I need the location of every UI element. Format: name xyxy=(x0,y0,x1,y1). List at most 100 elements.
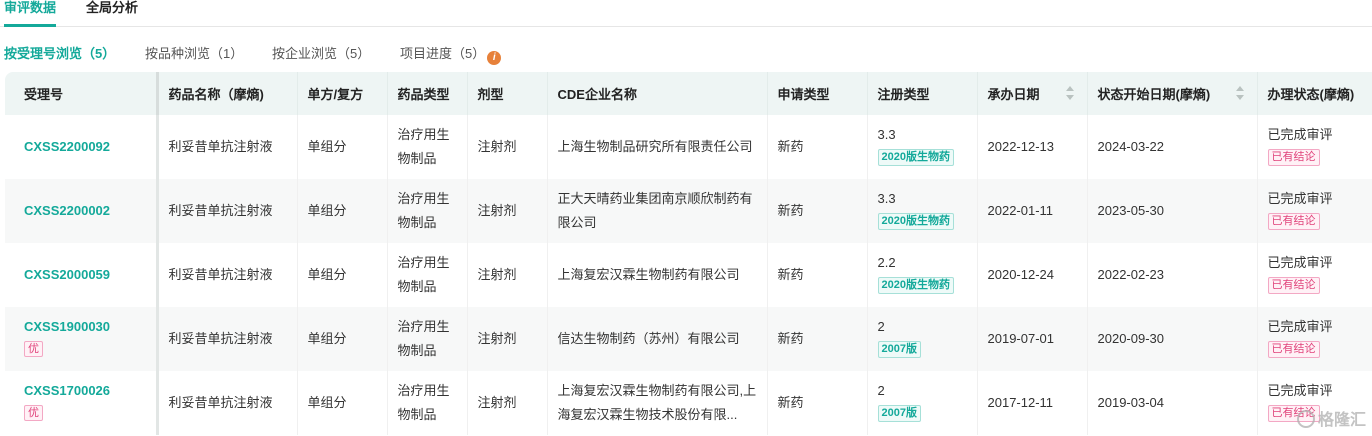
cell-compound: 单组分 xyxy=(297,307,388,371)
acceptance-no-link[interactable]: CXSS2000059 xyxy=(24,266,146,284)
cell-drug-type: 治疗用生物制品 xyxy=(387,243,468,307)
table-row[interactable]: CXSS2200092 利妥昔单抗注射液 单组分 治疗用生物制品 注射剂 上海生物制品研究… xyxy=(5,115,1372,179)
cell-processing-status: 已完成审评 已有结论 xyxy=(1257,179,1372,243)
cell-acceptance-no: CXSS2200002 xyxy=(5,179,159,243)
registration-class: 3.3 xyxy=(877,191,896,206)
cell-undertaking-date: 2020-12-24 xyxy=(977,243,1088,307)
registration-class: 3.3 xyxy=(877,127,896,142)
cell-registration-type: 2.2 2020版生物药 xyxy=(867,243,978,307)
cell-processing-status: 已完成审评 已有结论 xyxy=(1257,243,1372,307)
cell-processing-status: 已完成审评 已有结论 xyxy=(1257,115,1372,179)
registration-class: 2 xyxy=(877,319,885,334)
cell-compound: 单组分 xyxy=(297,243,388,307)
cell-drug-name: 利妥昔单抗注射液 xyxy=(157,115,298,179)
cell-processing-status: 已完成审评 已有结论 xyxy=(1257,307,1372,371)
status-badge: 已有结论 xyxy=(1267,213,1320,230)
cell-cde-company: 上海复宏汉霖生物制药有限公司,上海复宏汉霖生物技术股份有限... xyxy=(547,371,768,435)
subtab-by-acceptance-number[interactable]: 按受理号浏览（5） xyxy=(4,45,115,63)
cell-acceptance-no: CXSS1700026 优 xyxy=(5,371,159,435)
cell-drug-type: 治疗用生物制品 xyxy=(387,179,468,243)
cell-dosage-form: 注射剂 xyxy=(467,243,548,307)
cell-drug-name: 利妥昔单抗注射液 xyxy=(157,307,298,371)
cell-cde-company: 正大天晴药业集团南京顺欣制药有限公司 xyxy=(547,179,768,243)
cell-undertaking-date: 2022-12-13 xyxy=(977,115,1088,179)
cell-application-type: 新药 xyxy=(767,115,868,179)
cell-application-type: 新药 xyxy=(767,307,868,371)
cell-status-start-date: 2022-02-23 xyxy=(1087,243,1258,307)
cell-undertaking-date: 2019-07-01 xyxy=(977,307,1088,371)
col-header-undertaking-date[interactable]: 承办日期 xyxy=(977,72,1088,115)
cell-undertaking-date: 2022-01-11 xyxy=(977,179,1088,243)
registration-version-badge: 2020版生物药 xyxy=(877,213,954,230)
cell-drug-name: 利妥昔单抗注射液 xyxy=(157,371,298,435)
top-tab-bar: 审评数据 全局分析 xyxy=(0,0,1372,27)
subtab-project-progress[interactable]: 项目进度（5） i xyxy=(400,45,502,65)
cell-status-start-date: 2023-05-30 xyxy=(1087,179,1258,243)
cell-dosage-form: 注射剂 xyxy=(467,307,548,371)
cell-compound: 单组分 xyxy=(297,179,388,243)
cell-drug-name: 利妥昔单抗注射液 xyxy=(157,179,298,243)
acceptance-no-link[interactable]: CXSS2200092 xyxy=(24,138,146,156)
table-header-row: 受理号 药品名称（摩熵) 单方/复方 药品类型 剂型 CDE企业名称 申请类型 … xyxy=(5,72,1372,115)
table-row[interactable]: CXSS2200002 利妥昔单抗注射液 单组分 治疗用生物制品 注射剂 正大天晴药业集团… xyxy=(5,179,1372,243)
col-header-drug-name: 药品名称（摩熵) xyxy=(157,72,298,115)
sort-icon[interactable] xyxy=(1065,86,1075,100)
status-text: 已完成审评 xyxy=(1267,127,1333,142)
gelonghui-logo-icon xyxy=(1296,410,1315,428)
cell-dosage-form: 注射剂 xyxy=(467,179,548,243)
col-header-status-start-date[interactable]: 状态开始日期(摩熵) xyxy=(1087,72,1258,115)
subtab-project-progress-label: 项目进度（5） xyxy=(400,46,486,61)
cell-drug-name: 利妥昔单抗注射液 xyxy=(157,243,298,307)
cell-acceptance-no: CXSS2200092 xyxy=(5,115,159,179)
cell-compound: 单组分 xyxy=(297,371,388,435)
table-row[interactable]: CXSS2000059 利妥昔单抗注射液 单组分 治疗用生物制品 注射剂 上海复宏汉霖生物… xyxy=(5,243,1372,307)
cell-registration-type: 3.3 2020版生物药 xyxy=(867,179,978,243)
cell-status-start-date: 2024-03-22 xyxy=(1087,115,1258,179)
acceptance-no-link[interactable]: CXSS2200002 xyxy=(24,202,146,220)
acceptance-no-link[interactable]: CXSS1700026 xyxy=(24,382,146,400)
cell-drug-type: 治疗用生物制品 xyxy=(387,115,468,179)
cell-registration-type: 2 2007版 xyxy=(867,371,978,435)
subtab-by-company[interactable]: 按企业浏览（5） xyxy=(272,45,370,63)
col-header-undertaking-date-label: 承办日期 xyxy=(987,87,1040,102)
status-badge: 已有结论 xyxy=(1267,277,1320,294)
cell-registration-type: 3.3 2020版生物药 xyxy=(867,115,978,179)
cell-application-type: 新药 xyxy=(767,179,868,243)
registration-version-badge: 2020版生物药 xyxy=(877,149,954,166)
col-header-dosage-form: 剂型 xyxy=(467,72,548,115)
table-row[interactable]: CXSS1900030 优 利妥昔单抗注射液 单组分 治疗用生物制品 注射剂 信达生物制药（… xyxy=(5,307,1372,371)
cell-cde-company: 信达生物制药（苏州）有限公司 xyxy=(547,307,768,371)
acceptance-no-link[interactable]: CXSS1900030 xyxy=(24,318,146,336)
cell-registration-type: 2 2007版 xyxy=(867,307,978,371)
cell-undertaking-date: 2017-12-11 xyxy=(977,371,1088,435)
registration-class: 2.2 xyxy=(877,255,896,270)
cell-dosage-form: 注射剂 xyxy=(467,115,548,179)
review-data-table: 受理号 药品名称（摩熵) 单方/复方 药品类型 剂型 CDE企业名称 申请类型 … xyxy=(5,72,1372,435)
cell-drug-type: 治疗用生物制品 xyxy=(387,371,468,435)
registration-version-badge: 2007版 xyxy=(877,341,921,358)
status-text: 已完成审评 xyxy=(1267,319,1333,334)
registration-class: 2 xyxy=(877,383,885,398)
watermark: 格隆汇 xyxy=(1296,406,1366,430)
cell-cde-company: 上海生物制品研究所有限责任公司 xyxy=(547,115,768,179)
table-body: CXSS2200092 利妥昔单抗注射液 单组分 治疗用生物制品 注射剂 上海生物制品研究… xyxy=(5,115,1372,435)
cell-status-start-date: 2020-09-30 xyxy=(1087,307,1258,371)
cell-acceptance-no: CXSS1900030 优 xyxy=(5,307,159,371)
col-header-status-start-date-label: 状态开始日期(摩熵) xyxy=(1097,87,1211,102)
status-badge: 已有结论 xyxy=(1267,341,1320,358)
tab-review-data[interactable]: 审评数据 xyxy=(4,0,57,27)
registration-version-badge: 2020版生物药 xyxy=(877,277,954,294)
subtab-by-variety[interactable]: 按品种浏览（1） xyxy=(145,45,243,63)
tab-global-analysis[interactable]: 全局分析 xyxy=(86,0,138,16)
info-icon[interactable]: i xyxy=(487,51,502,65)
sub-tab-bar: 按受理号浏览（5） 按品种浏览（1） 按企业浏览（5） 项目进度（5） i xyxy=(0,45,1372,65)
watermark-text: 格隆汇 xyxy=(1317,412,1366,429)
cell-application-type: 新药 xyxy=(767,243,868,307)
sort-icon[interactable] xyxy=(1235,86,1245,100)
col-header-cde-company: CDE企业名称 xyxy=(547,72,768,115)
table-row[interactable]: CXSS1700026 优 利妥昔单抗注射液 单组分 治疗用生物制品 注射剂 上海复宏汉霖生… xyxy=(5,371,1372,435)
col-header-registration-type: 注册类型 xyxy=(867,72,978,115)
cell-drug-type: 治疗用生物制品 xyxy=(387,307,468,371)
cell-application-type: 新药 xyxy=(767,371,868,435)
priority-badge: 优 xyxy=(24,405,43,421)
